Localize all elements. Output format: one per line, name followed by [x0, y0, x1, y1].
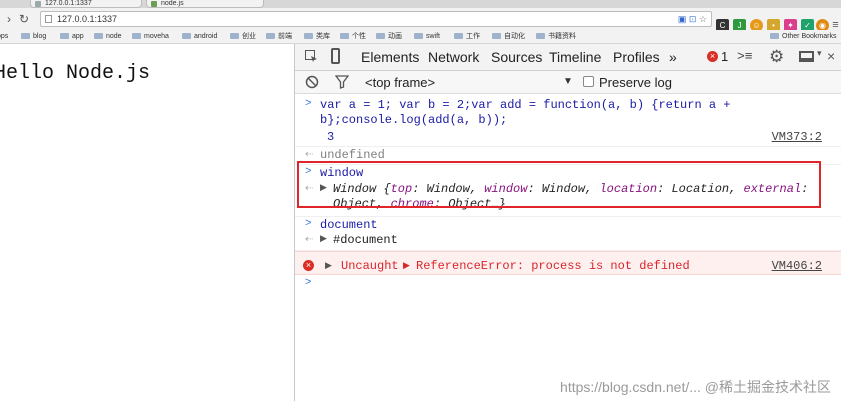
- forward-icon[interactable]: ›: [2, 12, 16, 26]
- folder-icon: [376, 33, 385, 40]
- address-bar[interactable]: 127.0.0.1:1337 ▣ ⊡ ☆: [40, 11, 712, 27]
- bookmark-folder[interactable]: 创业: [230, 31, 256, 42]
- bookmark-folder[interactable]: node: [94, 31, 122, 42]
- folder-icon: [414, 33, 423, 40]
- reload-icon[interactable]: ↻: [17, 12, 31, 26]
- folder-icon: [60, 33, 69, 40]
- tab-nodejs[interactable]: node.js: [146, 0, 264, 8]
- divider: [295, 146, 841, 147]
- page-icon: [35, 1, 41, 7]
- folder-icon: [132, 33, 141, 40]
- tab-timeline[interactable]: Timeline: [549, 49, 601, 65]
- bookmark-folder[interactable]: swift: [414, 31, 440, 42]
- chevron-down-icon[interactable]: ▾: [817, 48, 822, 59]
- tab-localhost[interactable]: 127.0.0.1:1337: [30, 0, 142, 8]
- close-icon[interactable]: ×: [827, 48, 835, 64]
- folder-icon: [340, 33, 349, 40]
- bookmark-folder[interactable]: 书籍资料: [536, 31, 576, 42]
- tab-label: node.js: [161, 0, 184, 7]
- bookmark-folder[interactable]: moveha: [132, 31, 169, 42]
- bookmark-folder[interactable]: app: [60, 31, 84, 42]
- highlight-box: [297, 161, 821, 208]
- error-count[interactable]: 1: [721, 49, 728, 64]
- error-message: ReferenceError: process is not defined: [416, 259, 690, 273]
- console-input: b};console.log(add(a, b));: [320, 113, 508, 127]
- console-input: document: [320, 218, 378, 232]
- url-text: 127.0.0.1:1337: [57, 14, 118, 24]
- console-log-value: 3: [327, 130, 335, 144]
- bookmark-folder[interactable]: 动画: [376, 31, 402, 42]
- watermark: https://blog.csdn.net/... @稀土掘金技术社区: [560, 379, 831, 395]
- bookmark-folder[interactable]: android: [182, 31, 217, 42]
- error-icon[interactable]: ×: [707, 51, 718, 62]
- prompt-icon: >: [305, 98, 312, 110]
- bookmark-folder[interactable]: blog: [21, 31, 46, 42]
- console-output[interactable]: > var a = 1; var b = 2;var add = functio…: [295, 94, 841, 401]
- extension-icon[interactable]: ▣: [678, 14, 687, 24]
- bookmark-other[interactable]: Other Bookmarks: [770, 31, 836, 42]
- bookmarks-bar: pps blog app node moveha android 创业 前端 类…: [0, 30, 841, 44]
- folder-icon: [230, 33, 239, 40]
- tab-strip: 127.0.0.1:1337 node.js: [0, 0, 841, 8]
- clear-console-icon[interactable]: [305, 75, 319, 89]
- expand-triangle-icon[interactable]: ▶: [403, 260, 410, 271]
- folder-icon: [94, 33, 103, 40]
- translate-icon[interactable]: ⊡: [689, 14, 697, 24]
- tab-elements[interactable]: Elements: [361, 49, 419, 65]
- folder-icon: [492, 33, 501, 40]
- tab-label: 127.0.0.1:1337: [45, 0, 92, 7]
- device-mode-icon[interactable]: [331, 48, 340, 64]
- folder-icon: [182, 33, 191, 40]
- tab-network[interactable]: Network: [428, 49, 479, 65]
- page-icon: [45, 15, 52, 23]
- star-icon[interactable]: ☆: [699, 14, 707, 24]
- folder-icon: [770, 33, 779, 40]
- devtools-panel: Elements Network Sources Timeline Profil…: [294, 44, 841, 401]
- error-uncaught: Uncaught: [341, 259, 399, 273]
- bookmark-folder[interactable]: 自动化: [492, 31, 525, 42]
- inspect-icon[interactable]: [305, 50, 318, 63]
- bookmark-apps[interactable]: pps: [0, 31, 8, 42]
- return-arrow-icon: ⇠: [305, 235, 314, 246]
- console-toolbar: <top frame> ▼ Preserve log: [295, 71, 841, 94]
- folder-icon: [21, 33, 30, 40]
- more-tabs-icon[interactable]: »: [669, 49, 677, 65]
- preserve-log-label: Preserve log: [599, 75, 672, 90]
- tab-sources[interactable]: Sources: [491, 49, 542, 65]
- browser-toolbar: › ↻ 127.0.0.1:1337 ▣ ⊡ ☆ C J ☺ • ✦ ✓ ◉ ≡: [0, 8, 841, 32]
- source-link[interactable]: VM373:2: [772, 130, 822, 144]
- bookmark-folder[interactable]: 类库: [304, 31, 330, 42]
- return-arrow-icon: ⇠: [305, 150, 314, 161]
- console-prompt-input[interactable]: >: [305, 276, 311, 288]
- bookmark-folder[interactable]: 个性: [340, 31, 366, 42]
- preserve-log-checkbox[interactable]: [583, 76, 594, 87]
- folder-icon: [454, 33, 463, 40]
- frame-selector[interactable]: <top frame>: [365, 75, 435, 90]
- bookmark-folder[interactable]: 工作: [454, 31, 480, 42]
- divider: [295, 216, 841, 217]
- source-link[interactable]: VM406:2: [772, 259, 822, 273]
- folder-icon: [304, 33, 313, 40]
- expand-triangle-icon[interactable]: ▶: [325, 260, 332, 271]
- prompt-icon: >: [305, 218, 312, 230]
- dock-side-icon[interactable]: [799, 51, 814, 62]
- console-input: var a = 1; var b = 2;var add = function(…: [320, 98, 731, 112]
- filter-icon[interactable]: [334, 75, 350, 89]
- folder-icon: [266, 33, 275, 40]
- console-drawer-icon[interactable]: >≡: [737, 49, 753, 64]
- chevron-down-icon[interactable]: ▼: [563, 76, 573, 87]
- document-node[interactable]: #document: [333, 233, 398, 248]
- bookmark-folder[interactable]: 前端: [266, 31, 292, 42]
- expand-triangle-icon[interactable]: ▶: [320, 234, 327, 244]
- folder-icon: [536, 33, 545, 40]
- page-heading: Hello Node.js: [0, 62, 151, 85]
- gear-icon[interactable]: ⚙: [769, 47, 784, 67]
- nodejs-icon: [151, 1, 157, 7]
- devtools-tab-bar: Elements Network Sources Timeline Profil…: [295, 44, 841, 71]
- error-icon: ×: [303, 260, 314, 271]
- tab-profiles[interactable]: Profiles: [613, 49, 660, 65]
